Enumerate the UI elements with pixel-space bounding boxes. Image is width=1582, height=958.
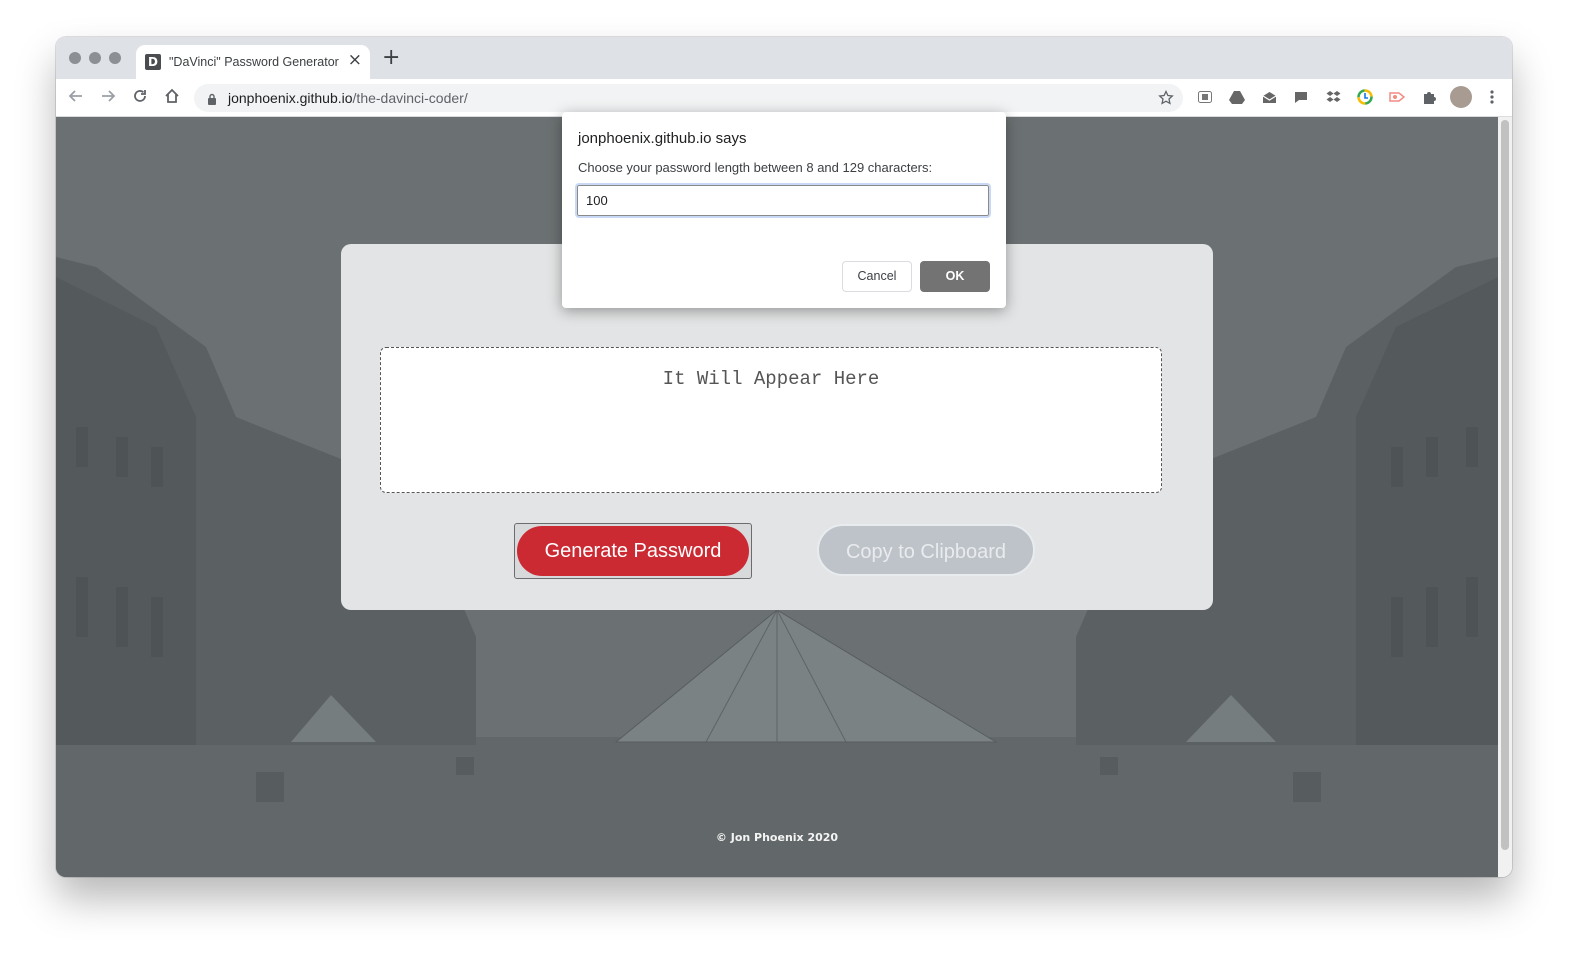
- bookmark-star-icon[interactable]: [1158, 89, 1174, 111]
- puzzle-extensions-icon[interactable]: [1421, 89, 1437, 105]
- lock-icon: [207, 92, 217, 110]
- maximize-window-button[interactable]: [109, 52, 121, 64]
- tab-title: "DaVinci" Password Generator: [169, 55, 339, 69]
- page-scrollbar[interactable]: [1498, 117, 1512, 877]
- active-tab[interactable]: D "DaVinci" Password Generator ×: [136, 45, 370, 79]
- favicon-icon: D: [145, 54, 161, 70]
- generate-password-button[interactable]: Generate Password: [517, 526, 749, 576]
- cast-extension-icon[interactable]: [1389, 89, 1405, 105]
- profile-avatar[interactable]: [1450, 86, 1472, 108]
- chat-extension-icon[interactable]: [1293, 89, 1309, 105]
- url-text: jonphoenix.github.io/the-davinci-coder/: [228, 90, 468, 106]
- generate-button-focus-ring: Generate Password: [514, 523, 752, 579]
- scrollbar-thumb[interactable]: [1501, 120, 1509, 850]
- cancel-button[interactable]: Cancel: [842, 261, 912, 292]
- password-length-input[interactable]: [575, 183, 991, 218]
- dropbox-extension-icon[interactable]: [1325, 89, 1341, 105]
- new-tab-icon[interactable]: +: [382, 47, 400, 69]
- address-bar[interactable]: jonphoenix.github.io/the-davinci-coder/: [194, 84, 1183, 112]
- mail-extension-icon[interactable]: [1261, 89, 1277, 105]
- drive-extension-icon[interactable]: [1229, 89, 1245, 105]
- tab-strip: D "DaVinci" Password Generator × +: [56, 37, 1512, 79]
- reader-extension-icon[interactable]: [1197, 89, 1213, 105]
- password-placeholder: It Will Appear Here: [662, 368, 880, 390]
- dialog-title: jonphoenix.github.io says: [578, 130, 747, 147]
- close-window-button[interactable]: [69, 52, 81, 64]
- tab-close-icon[interactable]: ×: [348, 50, 362, 70]
- ok-button[interactable]: OK: [920, 261, 990, 292]
- forward-icon[interactable]: [97, 85, 119, 107]
- footer-copyright: © Jon Phoenix 2020: [715, 831, 839, 844]
- copy-to-clipboard-button[interactable]: Copy to Clipboard: [817, 524, 1035, 576]
- password-output[interactable]: It Will Appear Here: [380, 347, 1162, 493]
- back-icon[interactable]: [65, 85, 87, 107]
- home-icon[interactable]: [161, 85, 183, 107]
- minimize-window-button[interactable]: [89, 52, 101, 64]
- menu-kebab-icon[interactable]: [1484, 89, 1500, 105]
- prompt-dialog: jonphoenix.github.io says Choose your pa…: [562, 112, 1006, 308]
- dialog-message: Choose your password length between 8 an…: [578, 160, 933, 175]
- colorful-extension-icon[interactable]: [1357, 89, 1373, 105]
- reload-icon[interactable]: [129, 85, 151, 107]
